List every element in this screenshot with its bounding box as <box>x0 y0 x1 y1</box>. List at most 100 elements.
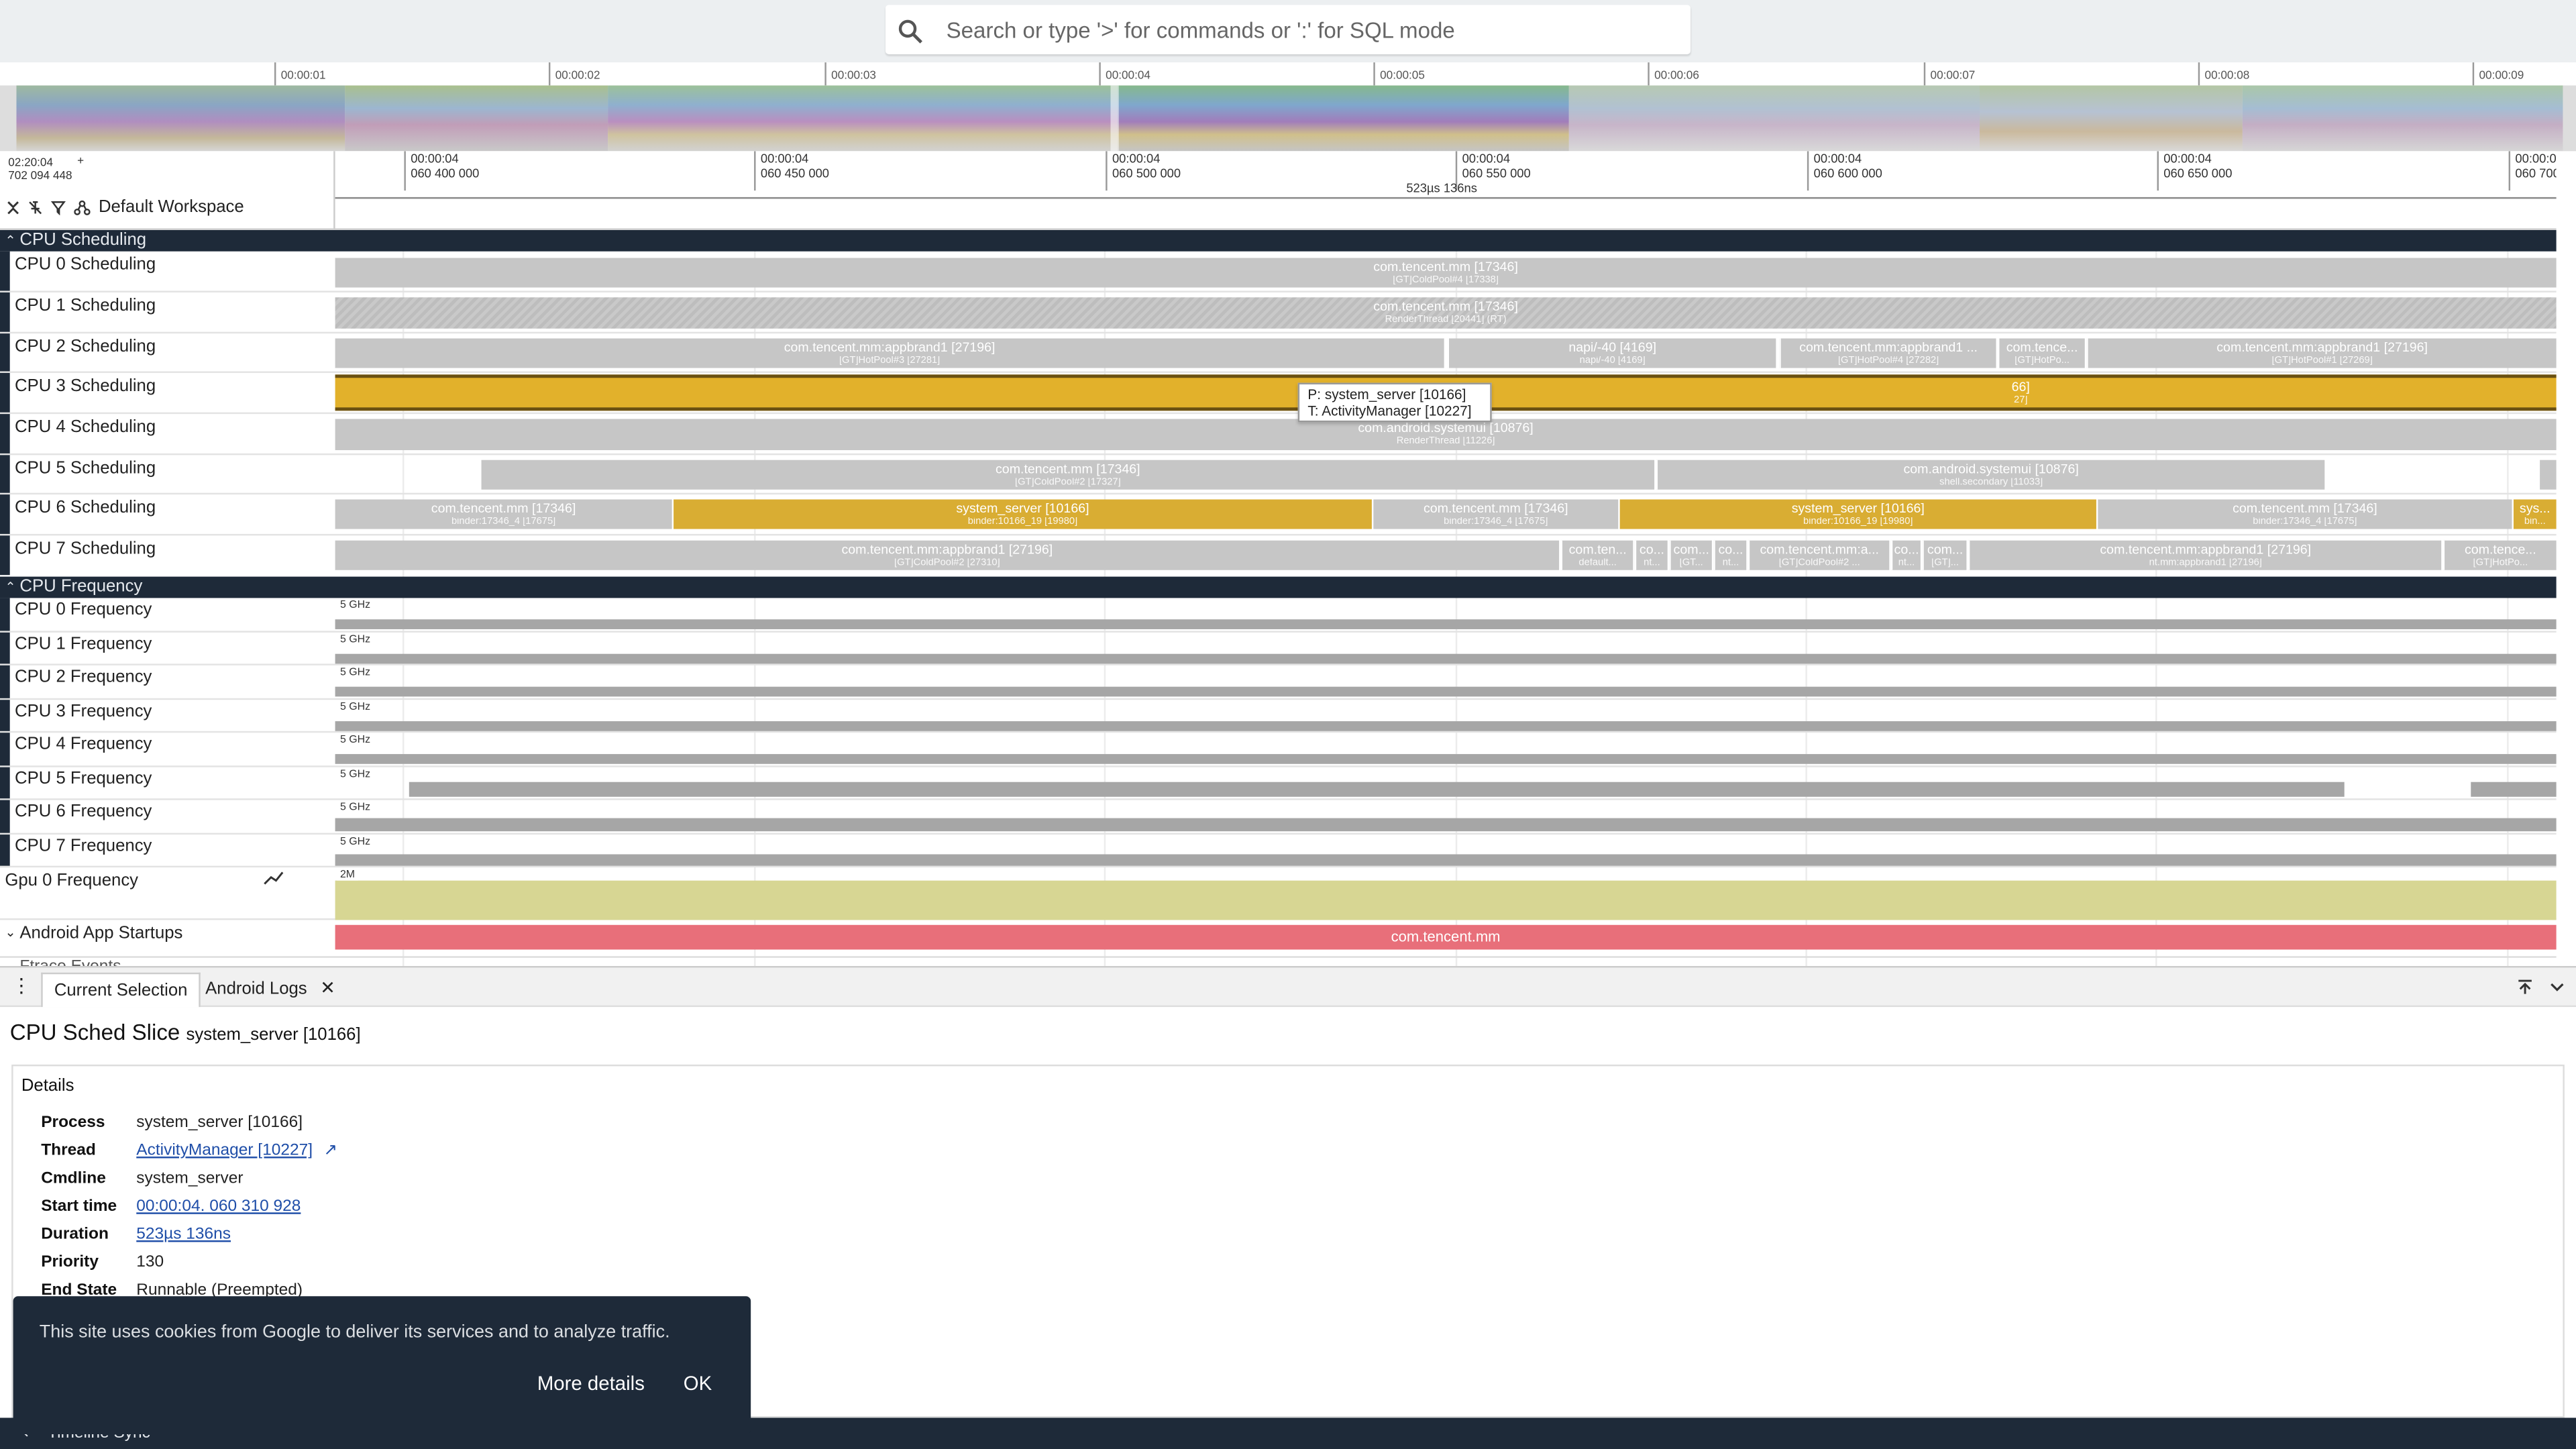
track-cpu2-sched[interactable]: CPU 2 Scheduling com.tencent.mm:appbrand… <box>0 333 2557 373</box>
sched-slice[interactable]: com.tence... [GT]HotPo... <box>2443 540 2557 570</box>
track-cpu2-freq[interactable]: CPU 2 Frequency 5 GHz <box>0 665 2557 700</box>
sched-slice[interactable]: sys... bin... <box>2513 499 2557 529</box>
axis-tick: 00:00:04 060 600 000 <box>1807 151 1882 191</box>
startup-slice[interactable]: com.tencent.mm <box>335 924 2557 950</box>
panel-title: CPU Sched Slice system_server [10166] <box>9 1020 361 1045</box>
sched-slice[interactable]: com.tencent.mm:appbrand1 [27196] [GT]HotP… <box>2086 338 2557 368</box>
start-time-link[interactable]: 00:00:04. 060 310 928 <box>136 1197 301 1216</box>
chevron-up-icon[interactable]: ⌃ <box>5 577 15 598</box>
track-cpu7-freq[interactable]: CPU 7 Frequency 5 GHz <box>0 835 2557 868</box>
sched-slice[interactable]: com.tencent.mm:appbrand1 [27196] [GT]HotP… <box>335 338 1444 368</box>
overview-heatmap[interactable] <box>0 85 2576 152</box>
sched-slice[interactable]: com.tencent.mm:appbrand1 [27196] nt.mm:ap… <box>1968 540 2442 570</box>
filter-icon[interactable] <box>50 200 66 215</box>
time-axis[interactable]: 00:00:04 060 400 000 00:00:04 060 450 000 … <box>333 151 2557 230</box>
sched-slice[interactable]: co... nt... <box>1890 540 1921 570</box>
chevron-up-icon[interactable]: ⌃ <box>5 230 15 252</box>
more-vert-icon[interactable]: ⋮ <box>11 974 31 997</box>
track-cpu3-sched[interactable]: CPU 3 Scheduling 66] 27] <box>0 373 2557 415</box>
track-label: CPU 5 Frequency <box>15 769 152 789</box>
freq-scale: 5 GHz <box>337 769 374 781</box>
track-cpu4-sched[interactable]: CPU 4 Scheduling com.android.systemui [1… <box>0 414 2557 455</box>
chevron-down-icon[interactable] <box>2550 981 2565 994</box>
timeline-header-left: 02:20:04 + 702 094 448 Default Workspace <box>0 151 334 230</box>
overview-tick: 00:00:02 <box>548 62 600 86</box>
thread-link[interactable]: ActivityManager [10227] <box>136 1142 313 1160</box>
track-cpu0-sched[interactable]: CPU 0 Scheduling com.tencent.mm [17346][… <box>0 252 2557 292</box>
maximize-panel-icon[interactable] <box>2517 979 2533 996</box>
sched-slice[interactable]: system_server [10166] binder:10166_19 [19… <box>1619 499 2096 529</box>
duration-link[interactable]: 523µs 136ns <box>136 1226 231 1244</box>
track-cpu4-freq[interactable]: CPU 4 Frequency 5 GHz <box>0 733 2557 767</box>
sched-slice[interactable]: com.ten... default... <box>1560 540 1633 570</box>
track-cpu1-freq[interactable]: CPU 1 Frequency 5 GHz <box>0 633 2557 665</box>
open-external-icon[interactable]: ↗ <box>323 1142 337 1160</box>
sched-slice[interactable] <box>2540 460 2557 490</box>
track-cpu7-sched[interactable]: CPU 7 Scheduling com.tencent.mm:appbrand… <box>0 535 2557 575</box>
sched-slice[interactable]: co... nt... <box>1634 540 1668 570</box>
track-label: CPU 0 Frequency <box>15 599 152 620</box>
omnibox[interactable]: Search or type '>' for commands or ':' f… <box>885 5 1691 54</box>
sched-slice[interactable]: system_server [10166] binder:10166_19 [19… <box>674 499 1372 529</box>
sched-slice[interactable]: com... [GT... <box>1669 540 1712 570</box>
cookie-message: This site uses cookies from Google to de… <box>39 1322 670 1342</box>
more-details-button[interactable]: More details <box>537 1372 645 1395</box>
sched-slice[interactable]: com... [GT]... <box>1922 540 1967 570</box>
search-icon <box>898 19 922 44</box>
tab-android-logs[interactable]: Android Logs ✕ <box>194 973 347 1007</box>
freq-scale: 5 GHz <box>337 802 374 814</box>
track-label: Ftrace Events <box>19 958 121 966</box>
tab-current-selection[interactable]: Current Selection <box>41 972 201 1008</box>
collapse-all-icon[interactable] <box>7 200 20 215</box>
sched-slice[interactable]: com.android.systemui [10876] shell.second… <box>1656 460 2325 490</box>
track-label: CPU 4 Scheduling <box>15 417 156 437</box>
track-label: CPU 2 Scheduling <box>15 337 156 357</box>
sched-slice[interactable]: co... nt... <box>1713 540 1747 570</box>
track-cpu5-freq[interactable]: CPU 5 Frequency 5 GHz <box>0 767 2557 800</box>
unpin-icon[interactable] <box>28 200 43 215</box>
sched-slice[interactable]: com.tencent.mm [17346] binder:17346_4 [17… <box>2098 499 2512 529</box>
track-label: CPU 2 Frequency <box>15 667 152 687</box>
close-icon[interactable]: ✕ <box>320 979 335 999</box>
sched-slice[interactable]: com.tencent.mm:appbrand1 [27196] [GT]Cold… <box>335 540 1560 570</box>
workspace-name[interactable]: Default Workspace <box>99 197 244 217</box>
overview-tick: 00:00:06 <box>1648 62 1699 86</box>
search-input[interactable]: Search or type '>' for commands or ':' f… <box>947 18 1455 43</box>
track-label: CPU 3 Scheduling <box>15 376 156 396</box>
freq-scale: 5 GHz <box>337 634 374 646</box>
sched-slice[interactable]: napi/-40 [4169] napi/-40 [4169] <box>1447 338 1776 368</box>
track-area[interactable]: ⌃ CPU Scheduling CPU 0 Scheduling com.ten… <box>0 229 2576 967</box>
track-cpu1-sched[interactable]: CPU 1 Scheduling com.tencent.mm [17346] R… <box>0 292 2557 334</box>
ok-button[interactable]: OK <box>684 1372 712 1395</box>
slice-tooltip: P: system_server [10166] T: ActivityMana… <box>1297 382 1492 423</box>
group-cpu-frequency[interactable]: ⌃ CPU Frequency <box>0 576 2557 598</box>
chevron-down-icon[interactable]: ⌄ <box>5 925 15 940</box>
track-label: CPU 1 Scheduling <box>15 295 156 316</box>
axis-tick: 00:00:04 060 650 000 <box>2157 151 2232 191</box>
sched-slice[interactable]: com.tence... [GT]HotPo... <box>1997 338 2085 368</box>
sched-slice[interactable]: com.tencent.mm:appbrand1 ... [GT]HotPool#… <box>1779 338 1996 368</box>
sched-slice[interactable]: com.tencent.mm [17346] [GT]ColdPool#2 [17… <box>481 460 1655 490</box>
axis-tick: 00:00:04 060 400 000 <box>404 151 479 191</box>
details-tab-bar: ⋮ Current Selection Android Logs ✕ <box>0 966 2576 1008</box>
selection-duration: 523µs 136ns <box>1406 180 1477 196</box>
workspace-bar: Default Workspace <box>7 197 244 217</box>
track-cpu5-sched[interactable]: CPU 5 Scheduling com.tencent.mm [17346][… <box>0 455 2557 495</box>
track-ftrace[interactable]: Ftrace Events <box>0 958 2557 966</box>
sched-slice[interactable]: com.tencent.mm:a... [GT]ColdPool#2 ... <box>1748 540 1890 570</box>
track-cpu0-freq[interactable]: CPU 0 Frequency 5 GHz <box>0 598 2557 633</box>
section-heading: Details <box>21 1076 74 1096</box>
sched-slice[interactable]: com.android.systemui [10876] RenderThread… <box>335 419 2557 451</box>
sched-slice[interactable]: com.tencent.mm [17346] [GT]ColdPool#4 [17… <box>335 258 2557 288</box>
track-app-startups[interactable]: Android App Startups ⌄ com.tencent.mm <box>0 920 2557 958</box>
track-cpu3-freq[interactable]: CPU 3 Frequency 5 GHz <box>0 700 2557 733</box>
group-cpu-scheduling[interactable]: ⌃ CPU Scheduling <box>0 229 2557 252</box>
track-cpu6-sched[interactable]: CPU 6 Scheduling com.tencent.mm [17346] b… <box>0 494 2557 536</box>
line-chart-icon[interactable] <box>263 871 284 887</box>
sched-slice[interactable]: com.tencent.mm [17346] binder:17346_4 [17… <box>335 499 672 529</box>
track-cpu6-freq[interactable]: CPU 6 Frequency 5 GHz <box>0 800 2557 835</box>
sched-slice[interactable]: com.tencent.mm [17346] RenderThread [2044… <box>335 297 2557 329</box>
track-gpu0-freq[interactable]: Gpu 0 Frequency 2M <box>0 867 2557 920</box>
sched-slice[interactable]: com.tencent.mm [17346] binder:17346_4 [17… <box>1373 499 1619 529</box>
overview-tick: 00:00:04 <box>1099 62 1150 86</box>
